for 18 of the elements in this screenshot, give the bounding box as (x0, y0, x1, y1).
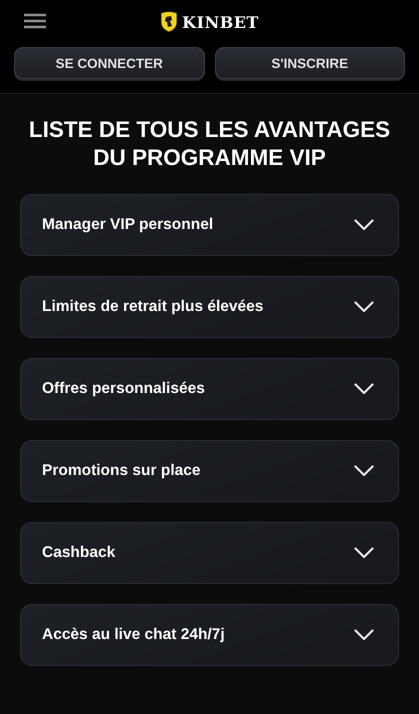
brand-name: KINBET (182, 12, 259, 32)
chevron-icon (354, 219, 374, 231)
chevron-icon (354, 465, 374, 477)
auth-button[interactable]: SE CONNECTER (14, 47, 204, 79)
chevron-icon (354, 547, 374, 559)
section-heading: LISTE DE TOUS LES AVANTAGES DU PROGRAMME VIP (28, 116, 392, 172)
accordion-item[interactable]: Manager VIP personnel (20, 194, 399, 256)
accordion-item[interactable]: Limites de retrait plus élevées (20, 276, 399, 338)
auth-button[interactable]: S'INSCRIRE (214, 47, 405, 79)
accordion-item[interactable]: Offres personnalisées (20, 358, 399, 420)
chevron-icon (354, 383, 374, 395)
shield-icon (160, 11, 178, 33)
menu-icon[interactable] (24, 13, 46, 29)
accordion-item[interactable]: Cashback (20, 522, 399, 584)
accordion-item[interactable]: Accès au live chat 24h/7j (20, 604, 399, 666)
accordion-item[interactable]: Promotions sur place (20, 440, 399, 502)
chevron-icon (354, 301, 374, 313)
chevron-icon (354, 629, 374, 641)
